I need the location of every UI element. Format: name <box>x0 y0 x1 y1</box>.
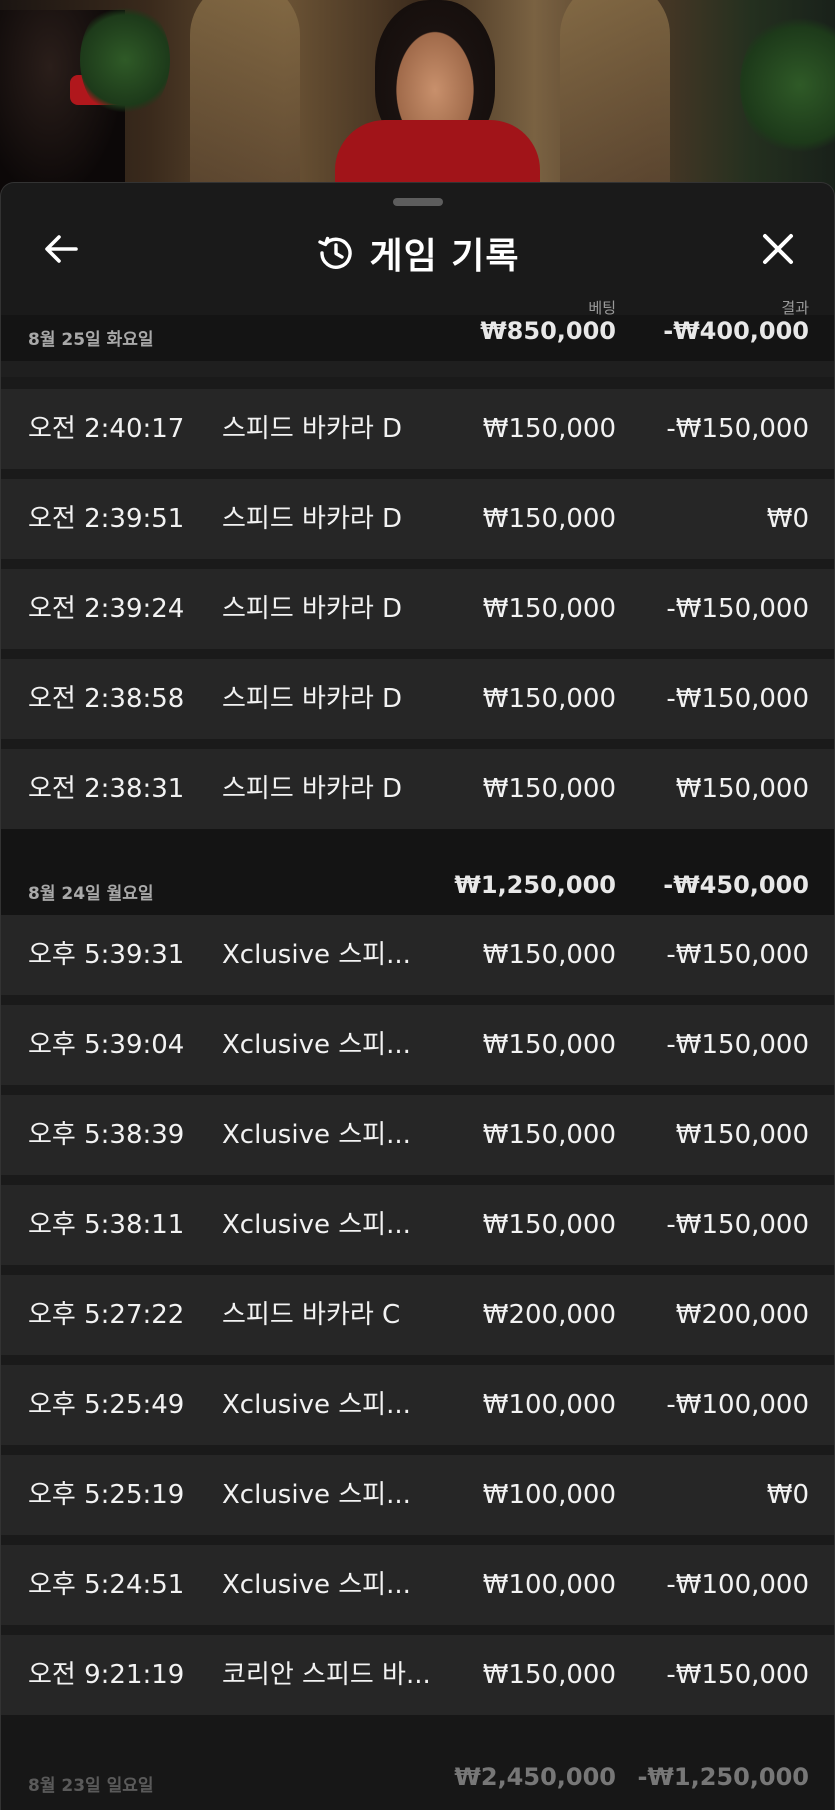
row-result: ₩150,000 <box>675 774 809 804</box>
row-time: 오전 9:21:19 <box>28 1660 185 1690</box>
row-bet: ₩150,000 <box>482 1120 616 1150</box>
row-time: 오전 2:39:24 <box>28 594 185 624</box>
divider <box>1 361 834 377</box>
row-game: Xclusive 스피... <box>222 1030 411 1060</box>
history-row[interactable]: 오후 5:24:51 Xclusive 스피... ₩100,000 -₩100… <box>1 1545 834 1625</box>
group-total-result: -₩1,250,000 <box>637 1763 809 1791</box>
row-bet: ₩150,000 <box>482 414 616 444</box>
date-group-header: 8월 25일 화요일 ₩850,000 -₩400,000 <box>1 315 834 361</box>
row-game: 스피드 바카라 C <box>222 1300 401 1330</box>
row-bet: ₩150,000 <box>482 594 616 624</box>
group-date: 8월 25일 화요일 <box>28 330 154 350</box>
row-game: 스피드 바카라 D <box>222 504 403 534</box>
history-icon <box>318 236 353 269</box>
group-date: 8월 24일 월요일 <box>28 884 154 904</box>
history-row[interactable]: 오전 2:40:17 스피드 바카라 D ₩150,000 -₩150,000 <box>1 389 834 469</box>
row-result: ₩0 <box>766 504 809 534</box>
row-bet: ₩150,000 <box>482 940 616 970</box>
row-time: 오후 5:38:11 <box>28 1210 185 1240</box>
row-game: Xclusive 스피... <box>222 940 411 970</box>
date-group-header: 8월 24일 월요일 ₩1,250,000 -₩450,000 <box>1 829 834 915</box>
row-bet: ₩150,000 <box>482 684 616 714</box>
row-bet: ₩100,000 <box>482 1480 616 1510</box>
history-row[interactable]: 오후 5:39:31 Xclusive 스피... ₩150,000 -₩150… <box>1 915 834 995</box>
date-group-header: 8월 23일 일요일 ₩2,450,000 -₩1,250,000 <box>1 1715 834 1810</box>
row-time: 오후 5:24:51 <box>28 1570 185 1600</box>
row-result: -₩100,000 <box>666 1390 809 1420</box>
group-date: 8월 23일 일요일 <box>28 1776 154 1796</box>
history-row[interactable]: 오후 5:38:11 Xclusive 스피... ₩150,000 -₩150… <box>1 1185 834 1265</box>
history-row[interactable]: 오후 5:25:49 Xclusive 스피... ₩100,000 -₩100… <box>1 1365 834 1445</box>
row-game: Xclusive 스피... <box>222 1120 411 1150</box>
row-result: -₩150,000 <box>666 414 809 444</box>
group-total-bet: ₩850,000 <box>480 317 616 345</box>
background-plant <box>80 0 170 120</box>
row-time: 오후 5:25:49 <box>28 1390 185 1420</box>
row-result: -₩150,000 <box>666 940 809 970</box>
row-result: -₩150,000 <box>666 684 809 714</box>
row-time: 오전 2:38:31 <box>28 774 185 804</box>
row-game: Xclusive 스피... <box>222 1570 411 1600</box>
game-history-sheet: 게임 기록 베팅 결과 8월 25일 화요일 ₩850,000 -₩400,00… <box>0 182 835 1810</box>
row-bet: ₩150,000 <box>482 504 616 534</box>
history-row[interactable]: 오후 5:25:19 Xclusive 스피... ₩100,000 ₩0 <box>1 1455 834 1535</box>
group-total-result: -₩450,000 <box>663 871 809 899</box>
row-bet: ₩150,000 <box>482 1210 616 1240</box>
row-result: ₩200,000 <box>675 1300 809 1330</box>
row-result: ₩150,000 <box>675 1120 809 1150</box>
row-bet: ₩100,000 <box>482 1390 616 1420</box>
row-bet: ₩150,000 <box>482 1660 616 1690</box>
history-row[interactable]: 오전 9:21:19 코리안 스피드 바... ₩150,000 -₩150,0… <box>1 1635 834 1715</box>
live-video-background <box>0 0 835 200</box>
row-game: Xclusive 스피... <box>222 1480 411 1510</box>
row-result: -₩100,000 <box>666 1570 809 1600</box>
row-game: Xclusive 스피... <box>222 1390 411 1420</box>
history-row[interactable]: 오전 2:39:51 스피드 바카라 D ₩150,000 ₩0 <box>1 479 834 559</box>
row-result: ₩0 <box>766 1480 809 1510</box>
history-row[interactable]: 오전 2:38:31 스피드 바카라 D ₩150,000 ₩150,000 <box>1 749 834 829</box>
row-time: 오후 5:25:19 <box>28 1480 185 1510</box>
background-plant <box>740 10 835 160</box>
row-game: 코리안 스피드 바... <box>222 1660 431 1690</box>
row-game: 스피드 바카라 D <box>222 414 403 444</box>
row-result: -₩150,000 <box>666 1660 809 1690</box>
history-row[interactable]: 오후 5:27:22 스피드 바카라 C ₩200,000 ₩200,000 <box>1 1275 834 1355</box>
row-time: 오전 2:39:51 <box>28 504 185 534</box>
row-game: 스피드 바카라 D <box>222 684 403 714</box>
row-bet: ₩200,000 <box>482 1300 616 1330</box>
row-bet: ₩100,000 <box>482 1570 616 1600</box>
row-time: 오후 5:39:04 <box>28 1030 185 1060</box>
history-row[interactable]: 오후 5:39:04 Xclusive 스피... ₩150,000 -₩150… <box>1 1005 834 1085</box>
group-total-result: -₩400,000 <box>663 317 809 345</box>
history-row[interactable]: 오후 5:38:39 Xclusive 스피... ₩150,000 ₩150,… <box>1 1095 834 1175</box>
background-arch <box>190 0 300 200</box>
row-bet: ₩150,000 <box>482 774 616 804</box>
row-result: -₩150,000 <box>666 1030 809 1060</box>
row-bet: ₩150,000 <box>482 1030 616 1060</box>
title-group: 게임 기록 <box>1 227 834 279</box>
history-row[interactable]: 오전 2:39:24 스피드 바카라 D ₩150,000 -₩150,000 <box>1 569 834 649</box>
row-time: 오전 2:40:17 <box>28 414 185 444</box>
close-button[interactable] <box>756 227 800 271</box>
row-game: 스피드 바카라 D <box>222 774 403 804</box>
drag-handle[interactable] <box>393 198 443 206</box>
history-row[interactable]: 오전 2:38:58 스피드 바카라 D ₩150,000 -₩150,000 <box>1 659 834 739</box>
group-total-bet: ₩2,450,000 <box>454 1763 616 1791</box>
row-result: -₩150,000 <box>666 1210 809 1240</box>
row-time: 오후 5:39:31 <box>28 940 185 970</box>
row-game: Xclusive 스피... <box>222 1210 411 1240</box>
row-time: 오전 2:38:58 <box>28 684 185 714</box>
row-time: 오후 5:38:39 <box>28 1120 185 1150</box>
sheet-header: 게임 기록 <box>1 213 834 283</box>
page-title: 게임 기록 <box>369 236 520 277</box>
row-game: 스피드 바카라 D <box>222 594 403 624</box>
column-labels: 베팅 결과 <box>1 297 834 317</box>
close-icon <box>763 234 793 264</box>
row-time: 오후 5:27:22 <box>28 1300 185 1330</box>
group-total-bet: ₩1,250,000 <box>454 871 616 899</box>
row-result: -₩150,000 <box>666 594 809 624</box>
background-arch <box>560 0 670 200</box>
